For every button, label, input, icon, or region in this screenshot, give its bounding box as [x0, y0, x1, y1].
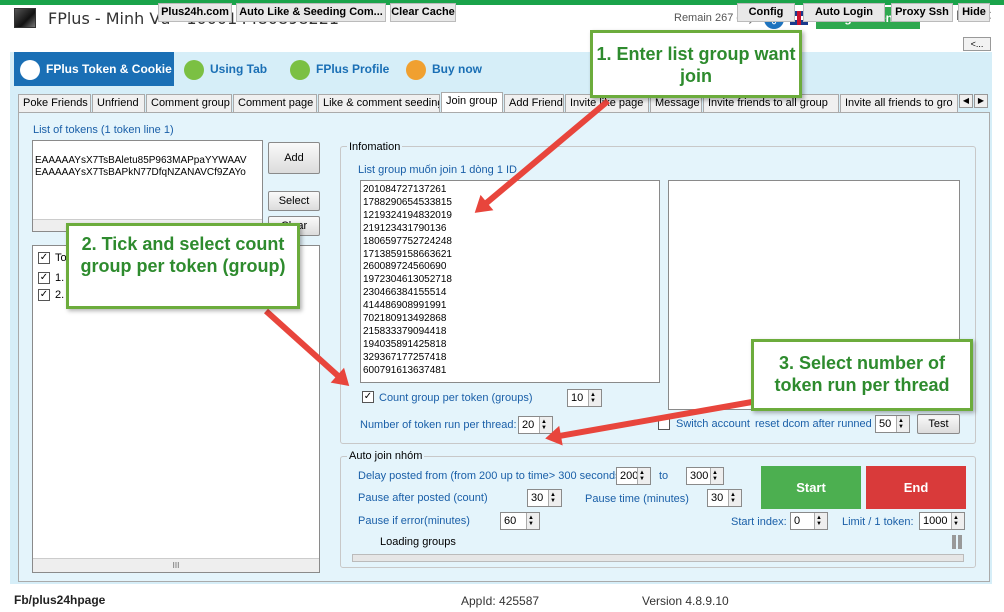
auto-login-button[interactable]: Auto Login [803, 3, 885, 22]
info-legend: Infomation [347, 141, 403, 153]
subtab-join-group[interactable]: Join group [441, 92, 503, 112]
start-index-stepper[interactable]: 0 [790, 512, 828, 530]
group-ids-textarea[interactable]: 201084727137261 1788290654533815 121932419… [360, 180, 660, 383]
sub-tabs: Poke Friends Unfriend Comment group Comm… [18, 92, 990, 112]
group-id-line: 219123431790136 [363, 222, 447, 234]
group-id-line: 414486908991991 [363, 300, 447, 312]
reset-dcom-stepper[interactable]: 50 [875, 415, 910, 433]
token-line: EAAAAAYsX7TsBAletu85P963MAPpaYYWAAV [35, 155, 247, 166]
group-id-line: 1713859158663621 [363, 248, 452, 260]
to-label: to [659, 470, 669, 482]
tokens-label: List of tokens (1 token line 1) [33, 124, 174, 136]
list-hscrollbar[interactable]: III [33, 558, 319, 572]
appid-label: AppId: 425587 [461, 594, 540, 608]
group-id-line: 1788290654533815 [363, 196, 452, 208]
subtab-unfriend[interactable]: Unfriend [92, 94, 145, 112]
row-checkbox[interactable]: ✓ [38, 289, 50, 301]
tab-left-icon[interactable]: ◀ [959, 94, 973, 108]
tab-token-cookie[interactable]: FPlus Token & Cookie [14, 52, 174, 86]
count-group-label: Count group per token (groups) [379, 392, 533, 404]
tab-label: FPlus Profile [316, 62, 390, 76]
progress-bar [352, 554, 964, 562]
subtab-add-friend[interactable]: Add Friend [504, 94, 564, 112]
tab-profile[interactable]: FPlus Profile [284, 52, 396, 86]
subtab-like-comment[interactable]: Like & comment seeding [318, 94, 440, 112]
tab-using-tab[interactable]: Using Tab [178, 52, 278, 86]
row-label: 1. [55, 272, 65, 284]
group-id-line: 1806597752724248 [363, 235, 452, 247]
pause-posted-stepper[interactable]: 30 [527, 489, 562, 507]
select-all-checkbox[interactable]: ✓ [38, 252, 50, 264]
tab-label: Using Tab [210, 62, 268, 76]
hide-button[interactable]: Hide [958, 3, 990, 22]
count-group-checkbox[interactable]: ✓ [362, 391, 374, 403]
tab-scroll-arrows: ◀ ▶ [958, 94, 988, 108]
limit-stepper[interactable]: 1000 [919, 512, 965, 530]
group-list-label: List group muốn join 1 dòng 1 ID [358, 164, 517, 176]
subtab-comment-group[interactable]: Comment group [146, 94, 232, 112]
tab-label: FPlus Token & Cookie [46, 62, 172, 76]
group-id-line: 230466384155514 [363, 287, 447, 299]
token-line: EAAAAAYsX7TsBAPkN77DfqNZANAVCf9ZAYo [35, 167, 246, 178]
tab-buy-now[interactable]: Buy now [400, 52, 500, 86]
group-id-line: 702180913492868 [363, 313, 447, 325]
select-button[interactable]: Select [268, 191, 320, 211]
group-id-line: 194035891425818 [363, 338, 447, 350]
fb-page-label: Fb/plus24hpage [14, 593, 106, 607]
cart-icon [406, 59, 426, 80]
tokens-textarea[interactable]: EAAAAAYsX7TsBAletu85P963MAPpaYYWAAV EAAA… [32, 140, 263, 232]
proxy-ssh-button[interactable]: Proxy Ssh [891, 3, 953, 22]
delay-to-stepper[interactable]: 300 [686, 467, 724, 485]
auto-like-button[interactable]: Auto Like & Seeding Com... [236, 3, 386, 22]
auto-legend: Auto join nhóm [347, 450, 425, 462]
group-id-line: 329367177257418 [363, 351, 447, 363]
limit-label: Limit / 1 token: [842, 516, 914, 528]
end-button[interactable]: End [866, 466, 966, 509]
token-icon [20, 59, 40, 80]
version-label: Version 4.8.9.10 [642, 594, 729, 608]
clear-cache-button[interactable]: Clear Cache [390, 3, 456, 22]
count-group-stepper[interactable]: 10 [567, 389, 602, 407]
pause-error-label: Pause if error(minutes) [358, 515, 470, 527]
tab-label: Buy now [432, 62, 482, 76]
callout-1: 1. Enter list group want join [590, 30, 802, 98]
start-button[interactable]: Start [761, 466, 861, 509]
pause-error-stepper[interactable]: 60 [500, 512, 540, 530]
subtab-invite-all-friends[interactable]: Invite all friends to gro [840, 94, 958, 112]
config-button[interactable]: Config [737, 3, 795, 22]
group-id-line: 260089724560690 [363, 261, 447, 273]
callout-3: 3. Select number of token run per thread [751, 339, 973, 411]
switch-account-label: Switch account [676, 418, 750, 430]
pause-time-label: Pause time (minutes) [585, 493, 689, 505]
pause-icon [952, 535, 963, 549]
app-icon [14, 8, 36, 28]
tab-right-icon[interactable]: ▶ [974, 94, 988, 108]
link-icon [184, 59, 204, 80]
add-button[interactable]: Add [268, 142, 320, 174]
start-index-label: Start index: [731, 516, 787, 528]
people-icon [290, 59, 310, 80]
delay-label: Delay posted from (from 200 up to time> … [358, 470, 625, 482]
group-id-line: 600791613637481 [363, 364, 447, 376]
group-ids: 201084727137261 1788290654533815 121932419… [363, 184, 452, 378]
subtab-comment-page[interactable]: Comment page [233, 94, 317, 112]
row-checkbox[interactable]: ✓ [38, 272, 50, 284]
loading-status: Loading groups [380, 536, 456, 548]
list-header: To [55, 252, 67, 264]
group-id-line: 201084727137261 [363, 184, 447, 195]
back-button[interactable]: <... [963, 37, 991, 51]
token-per-thread-label: Number of token run per thread: [360, 419, 517, 431]
subtab-poke[interactable]: Poke Friends [18, 94, 91, 112]
callout-2: 2. Tick and select count group per token… [66, 223, 300, 309]
row-label: 2. [55, 289, 65, 301]
test-button[interactable]: Test [917, 414, 960, 434]
plus24h-button[interactable]: Plus24h.com [158, 3, 232, 22]
group-id-line: 215833379094418 [363, 325, 447, 337]
reset-dcom-label: reset dcom after runned [755, 418, 872, 430]
pause-time-stepper[interactable]: 30 [707, 489, 742, 507]
group-id-line: 1219324194832019 [363, 209, 452, 221]
group-id-line: 1972304613052718 [363, 274, 452, 286]
delay-from-stepper[interactable]: 200 [616, 467, 651, 485]
pause-posted-label: Pause after posted (count) [358, 492, 488, 504]
